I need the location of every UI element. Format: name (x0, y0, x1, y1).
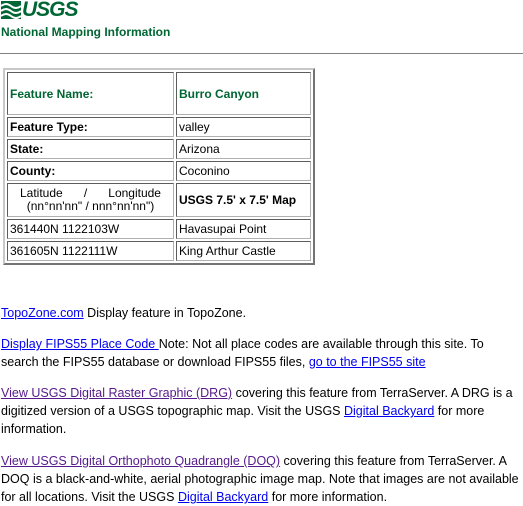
drg-link[interactable]: View USGS Digital Raster Graphic (DRG) (1, 386, 232, 400)
digital-backyard-link[interactable]: Digital Backyard (344, 404, 434, 418)
usgs-wave-icon (1, 1, 21, 19)
latlon-format: (nn°nn'nn" / nnn°nn'nn") (26, 199, 155, 213)
doq-link[interactable]: View USGS Digital Orthophoto Quadrangle … (1, 454, 280, 468)
fips-code-link[interactable]: Display FIPS55 Place Code (1, 337, 159, 351)
map-coords: 361440N 1122103W (7, 219, 174, 239)
feature-name-value: Burro Canyon (176, 72, 311, 115)
county-value: Coconino (176, 161, 311, 181)
fips-site-link[interactable]: go to the FIPS55 site (309, 355, 426, 369)
topozone-paragraph: TopoZone.com Display feature in TopoZone… (1, 304, 521, 322)
fips-paragraph: Display FIPS55 Place Code Note: Not all … (1, 335, 521, 371)
table-row: County: Coconino (7, 161, 311, 181)
table-row: Feature Name: Burro Canyon (7, 72, 311, 115)
header-divider (0, 53, 523, 54)
latlon-header: Latitude / Longitude (nn°nn'nn" / nnn°nn… (7, 183, 174, 217)
topozone-link[interactable]: TopoZone.com (1, 306, 84, 320)
map-header: USGS 7.5' x 7.5' Map (176, 183, 311, 217)
map-coords: 361605N 1122111W (7, 241, 174, 261)
topozone-text: Display feature in TopoZone. (83, 306, 247, 320)
feature-table: Feature Name: Burro Canyon Feature Type:… (3, 68, 315, 265)
table-row: Latitude / Longitude (nn°nn'nn" / nnn°nn… (7, 183, 311, 217)
logo-text: USGS (22, 0, 79, 21)
digital-backyard-link[interactable]: Digital Backyard (178, 490, 268, 504)
county-label: County: (7, 161, 174, 181)
table-row: State: Arizona (7, 139, 311, 159)
feature-type-value: valley (176, 117, 311, 137)
map-name: King Arthur Castle (176, 241, 311, 261)
table-row: 361605N 1122111W King Arthur Castle (7, 241, 311, 261)
drg-paragraph: View USGS Digital Raster Graphic (DRG) c… (1, 384, 521, 438)
table-row: Feature Type: valley (7, 117, 311, 137)
map-name: Havasupai Point (176, 219, 311, 239)
doq-paragraph: View USGS Digital Orthophoto Quadrangle … (1, 452, 521, 506)
feature-name-label: Feature Name: (7, 72, 174, 115)
page-subtitle: National Mapping Information (1, 25, 171, 39)
state-label: State: (7, 139, 174, 159)
doq-text-end: for more information. (268, 490, 388, 504)
state-value: Arizona (176, 139, 311, 159)
feature-type-label: Feature Type: (7, 117, 174, 137)
usgs-logo[interactable]: USGS (1, 0, 79, 21)
table-row: 361440N 1122103W Havasupai Point (7, 219, 311, 239)
